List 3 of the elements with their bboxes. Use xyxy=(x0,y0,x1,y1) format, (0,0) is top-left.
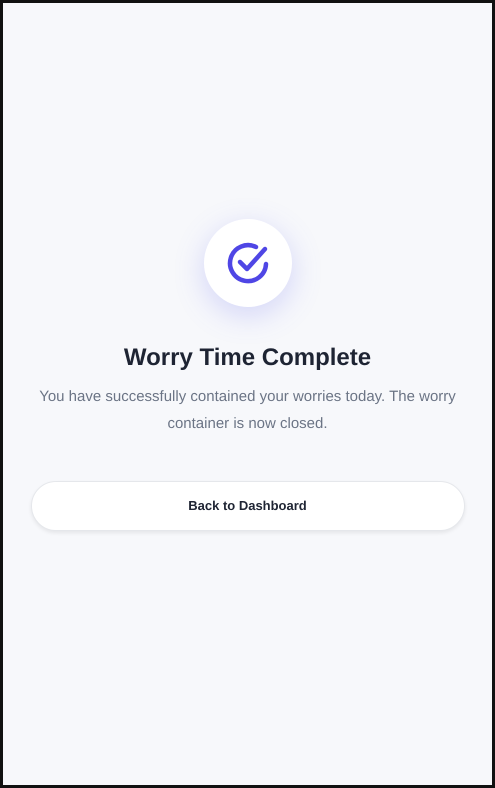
completion-title: Worry Time Complete xyxy=(124,343,372,373)
completion-message: You have successfully contained your worries today. The worry container is now closed. xyxy=(38,387,457,434)
dashboard-button[interactable]: Back to Dashboard xyxy=(30,481,464,531)
